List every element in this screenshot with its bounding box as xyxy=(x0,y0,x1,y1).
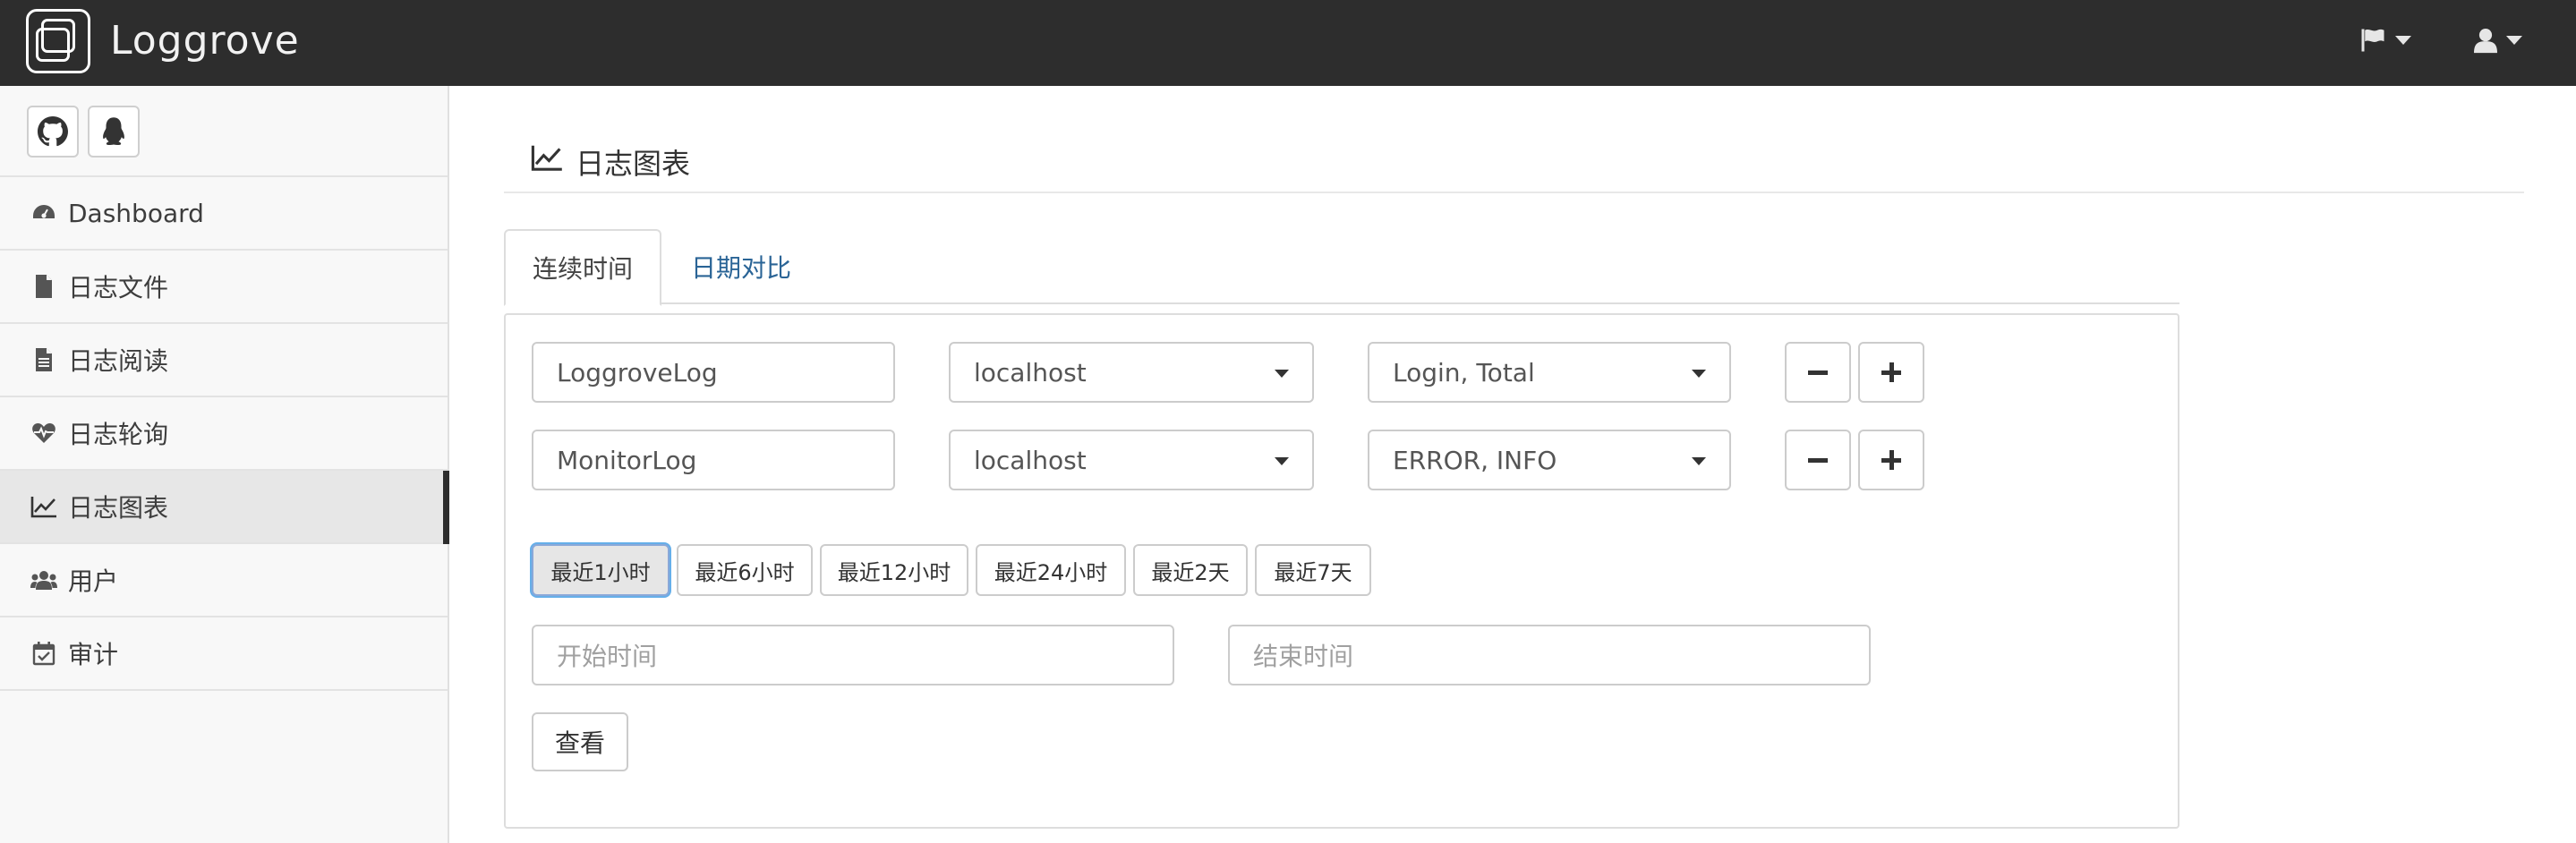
line-chart-icon xyxy=(30,493,57,520)
remove-row-button[interactable] xyxy=(1785,430,1851,490)
monitor-select-value: Login, Total xyxy=(1393,357,1535,387)
page-title: 日志图表 xyxy=(576,147,691,181)
github-button[interactable] xyxy=(27,106,79,158)
qq-button[interactable] xyxy=(88,106,140,158)
user-icon xyxy=(2474,29,2497,54)
sidebar-item-dashboard[interactable]: Dashboard xyxy=(0,177,448,251)
monitor-select-2[interactable]: ERROR, INFO xyxy=(1368,430,1731,490)
chevron-down-icon xyxy=(1275,457,1289,465)
qq-icon xyxy=(103,117,124,146)
dashboard-icon xyxy=(30,200,57,226)
sidebar-item-log-poll[interactable]: 日志轮询 xyxy=(0,397,448,471)
user-menu-toggle[interactable] xyxy=(2474,27,2522,54)
tab-continuous-time[interactable]: 连续时间 xyxy=(504,229,661,306)
host-select-value: localhost xyxy=(974,445,1087,475)
chevron-down-icon xyxy=(1275,370,1289,378)
logo-square-front xyxy=(36,28,70,62)
chevron-down-icon xyxy=(2506,36,2522,45)
github-icon xyxy=(38,116,68,147)
brand-name[interactable]: Loggrove xyxy=(110,18,300,64)
flag-icon xyxy=(2361,29,2384,52)
range-button-24h[interactable]: 最近24小时 xyxy=(976,544,1126,596)
host-select-value: localhost xyxy=(974,357,1087,387)
tab-date-compare[interactable]: 日期对比 xyxy=(674,229,808,304)
users-icon xyxy=(30,566,57,593)
sidebar-item-label: 用户 xyxy=(68,566,119,596)
chevron-down-icon xyxy=(1692,370,1706,378)
monitor-select-value: ERROR, INFO xyxy=(1393,445,1557,475)
file-text-icon xyxy=(30,346,57,373)
page-header: 日志图表 xyxy=(504,136,2524,193)
line-chart-icon xyxy=(531,143,563,175)
monitor-select-1[interactable]: Login, Total xyxy=(1368,342,1731,403)
remove-row-button[interactable] xyxy=(1785,342,1851,403)
start-time-input[interactable]: 开始时间 xyxy=(532,625,1174,685)
add-row-button[interactable] xyxy=(1858,342,1924,403)
add-row-button[interactable] xyxy=(1858,430,1924,490)
minus-icon xyxy=(1808,457,1828,463)
host-select-2[interactable]: localhost xyxy=(949,430,1314,490)
range-button-1h[interactable]: 最近1小时 xyxy=(532,544,670,596)
range-button-12h[interactable]: 最近12小时 xyxy=(820,544,968,596)
logfile-select-2[interactable]: MonitorLog xyxy=(532,430,895,490)
tab-bar: 连续时间 日期对比 xyxy=(504,229,2179,306)
sidebar-item-label: 审计 xyxy=(68,640,119,669)
sidebar-item-label: 日志阅读 xyxy=(68,346,169,376)
language-menu-toggle[interactable] xyxy=(2359,27,2411,54)
range-button-6h[interactable]: 最近6小时 xyxy=(677,544,813,596)
sidebar-item-label: 日志图表 xyxy=(68,493,169,523)
chevron-down-icon xyxy=(1692,457,1706,465)
social-links xyxy=(0,86,448,177)
host-select-1[interactable]: localhost xyxy=(949,342,1314,403)
heartbeat-icon xyxy=(30,420,57,447)
sidebar: Dashboard 日志文件 日志阅读 日志轮询 日志图表 用户 审计 xyxy=(0,86,449,843)
sidebar-item-label: 日志文件 xyxy=(68,273,169,302)
sidebar-item-log-read[interactable]: 日志阅读 xyxy=(0,324,448,397)
range-button-7d[interactable]: 最近7天 xyxy=(1255,544,1371,596)
sidebar-item-label: Dashboard xyxy=(68,198,204,228)
plus-icon xyxy=(1881,362,1901,382)
loggrove-logo[interactable] xyxy=(26,9,90,73)
file-icon xyxy=(30,273,57,300)
sidebar-item-label: 日志轮询 xyxy=(68,420,169,449)
calendar-check-icon xyxy=(30,640,57,667)
chevron-down-icon xyxy=(2395,36,2411,45)
end-time-input[interactable]: 结束时间 xyxy=(1228,625,1871,685)
sidebar-item-users[interactable]: 用户 xyxy=(0,544,448,617)
top-navbar: Loggrove xyxy=(0,0,2576,86)
minus-icon xyxy=(1808,370,1828,375)
sidebar-item-log-files[interactable]: 日志文件 xyxy=(0,251,448,324)
sidebar-item-log-chart[interactable]: 日志图表 xyxy=(0,471,449,544)
logfile-select-1[interactable]: LoggroveLog xyxy=(532,342,895,403)
view-button[interactable]: 查看 xyxy=(532,712,628,771)
range-button-2d[interactable]: 最近2天 xyxy=(1133,544,1248,596)
sidebar-item-audit[interactable]: 审计 xyxy=(0,617,448,691)
plus-icon xyxy=(1881,450,1901,470)
